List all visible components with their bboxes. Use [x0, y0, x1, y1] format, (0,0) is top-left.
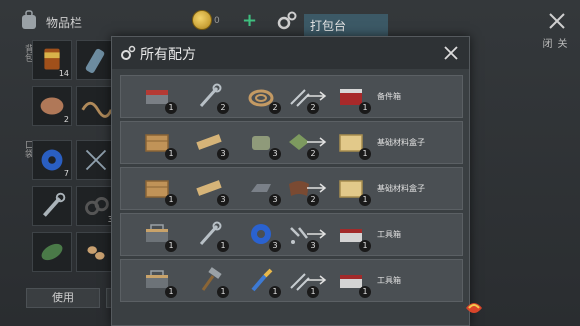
- result-name: 工具箱: [377, 276, 401, 285]
- result-qty: 1: [359, 102, 371, 114]
- ingredient-qty: 1: [165, 240, 177, 252]
- leaf-icon: [41, 243, 63, 261]
- rope-icon: [81, 101, 113, 118]
- result-qty: 1: [359, 148, 371, 160]
- ingredient: 3: [245, 126, 281, 160]
- coin-icon: [192, 10, 212, 30]
- ingredient: 1: [193, 218, 229, 252]
- ingredient-qty: 2: [307, 148, 319, 160]
- ingredient-qty: 1: [165, 286, 177, 298]
- ingredient-qty: 1: [217, 286, 229, 298]
- ingredient: 1: [141, 218, 177, 252]
- ingredient-qty: 1: [307, 286, 319, 298]
- ingredient-qty: 1: [217, 240, 229, 252]
- arrow-right-icon: [307, 275, 327, 285]
- inventory-slot[interactable]: [76, 232, 116, 272]
- ingredient-qty: 3: [269, 194, 281, 206]
- ingredient-qty: 2: [307, 194, 319, 206]
- wrench-icon: [42, 192, 66, 217]
- inventory-slot[interactable]: [76, 140, 116, 180]
- ingredient: 1: [245, 264, 281, 298]
- dialog-title: 所有配方: [140, 47, 196, 63]
- ingredient-qty: 3: [269, 240, 281, 252]
- ingredient: 1: [193, 264, 229, 298]
- all-recipes-dialog: 所有配方 1 2 2 2 1 备件箱 1 3 3 2 1 基础材料盒子 1 3 3 2 1 基础材料盒子 1 1 3 3 1…: [111, 36, 470, 326]
- tab-packing-table[interactable]: 打包台: [304, 14, 388, 36]
- arrow-right-icon: [307, 91, 327, 101]
- result-item: 1: [335, 172, 371, 206]
- crafting-gears-icon[interactable]: [276, 10, 298, 32]
- ingredient: 3: [245, 218, 281, 252]
- result-qty: 1: [359, 240, 371, 252]
- arrow-right-icon: [307, 183, 327, 193]
- backpack-icon: [22, 10, 36, 29]
- use-button[interactable]: 使用: [26, 288, 100, 308]
- inventory-slot[interactable]: [76, 86, 116, 126]
- recipe-list[interactable]: 1 2 2 2 1 备件箱 1 3 3 2 1 基础材料盒子 1 3 3 2 1 基础材料盒子 1 1 3 3 1 工具箱 1 1…: [120, 75, 463, 326]
- ingredient: 2: [193, 80, 229, 114]
- inventory-slot[interactable]: [76, 40, 116, 80]
- ingredient: 1: [141, 264, 177, 298]
- result-name: 基础材料盒子: [377, 184, 425, 193]
- recipe-row[interactable]: 1 1 1 1 1 工具箱: [120, 259, 463, 302]
- ingredient: 3: [193, 172, 229, 206]
- ingredient-qty: 3: [307, 240, 319, 252]
- ingredient-qty: 1: [165, 148, 177, 160]
- ingredient-qty: 3: [217, 194, 229, 206]
- result-name: 基础材料盒子: [377, 138, 425, 147]
- ingredient-qty: 2: [217, 102, 229, 114]
- recipe-row[interactable]: 1 3 3 2 1 基础材料盒子: [120, 167, 463, 210]
- result-qty: 1: [359, 194, 371, 206]
- inventory-slot[interactable]: [32, 186, 72, 226]
- gears-icon: [121, 45, 136, 60]
- slot-count: 14: [58, 69, 69, 78]
- slot-count: 2: [63, 115, 69, 124]
- scissors-icon: [85, 149, 107, 171]
- result-item: 1: [335, 126, 371, 160]
- ingredient: 3: [193, 126, 229, 160]
- inventory-slot[interactable]: 7: [32, 140, 72, 180]
- result-item: 1: [335, 80, 371, 114]
- result-item: 1: [335, 264, 371, 298]
- ingredient: 2: [245, 80, 281, 114]
- arrow-right-icon: [307, 229, 327, 239]
- close-icon[interactable]: [548, 12, 566, 30]
- inventory-title: 物品栏: [46, 16, 83, 30]
- close-dialog-icon[interactable]: [443, 45, 459, 61]
- dialog-header: 所有配方: [112, 37, 469, 69]
- recipe-row[interactable]: 1 2 2 2 1 备件箱: [120, 75, 463, 118]
- inventory-slot[interactable]: 14: [32, 40, 72, 80]
- ingredient-qty: 1: [269, 286, 281, 298]
- ingredient: 1: [141, 172, 177, 206]
- ingredient-qty: 3: [217, 148, 229, 160]
- ingredient-qty: 2: [269, 102, 281, 114]
- ingredient-qty: 1: [165, 194, 177, 206]
- close-label[interactable]: 关闭: [538, 38, 568, 48]
- result-name: 工具箱: [377, 230, 401, 239]
- add-coins-icon[interactable]: +: [242, 10, 257, 31]
- slot-count: 7: [63, 169, 69, 178]
- ingredient-qty: 1: [165, 102, 177, 114]
- coin-count: 0: [214, 16, 220, 26]
- ingredient-qty: 2: [307, 102, 319, 114]
- inventory-slot[interactable]: 2: [32, 86, 72, 126]
- inventory-topbar: 物品栏 0 + 打包台 关闭: [0, 0, 580, 48]
- result-qty: 1: [359, 286, 371, 298]
- recipe-row[interactable]: 1 1 3 3 1 工具箱: [120, 213, 463, 256]
- ingredient: 1: [141, 126, 177, 160]
- arrow-right-icon: [307, 137, 327, 147]
- ingredient: 1: [141, 80, 177, 114]
- result-item: 1: [335, 218, 371, 252]
- game-logo-icon: [466, 303, 482, 313]
- inventory-slot[interactable]: [32, 232, 72, 272]
- inventory-slot[interactable]: 3: [76, 186, 116, 226]
- recipe-row[interactable]: 1 3 3 2 1 基础材料盒子: [120, 121, 463, 164]
- water-bottle-icon: [85, 48, 105, 73]
- ingredient-qty: 3: [269, 148, 281, 160]
- result-name: 备件箱: [377, 92, 401, 101]
- seeds-icon: [87, 246, 105, 260]
- ingredient: 3: [245, 172, 281, 206]
